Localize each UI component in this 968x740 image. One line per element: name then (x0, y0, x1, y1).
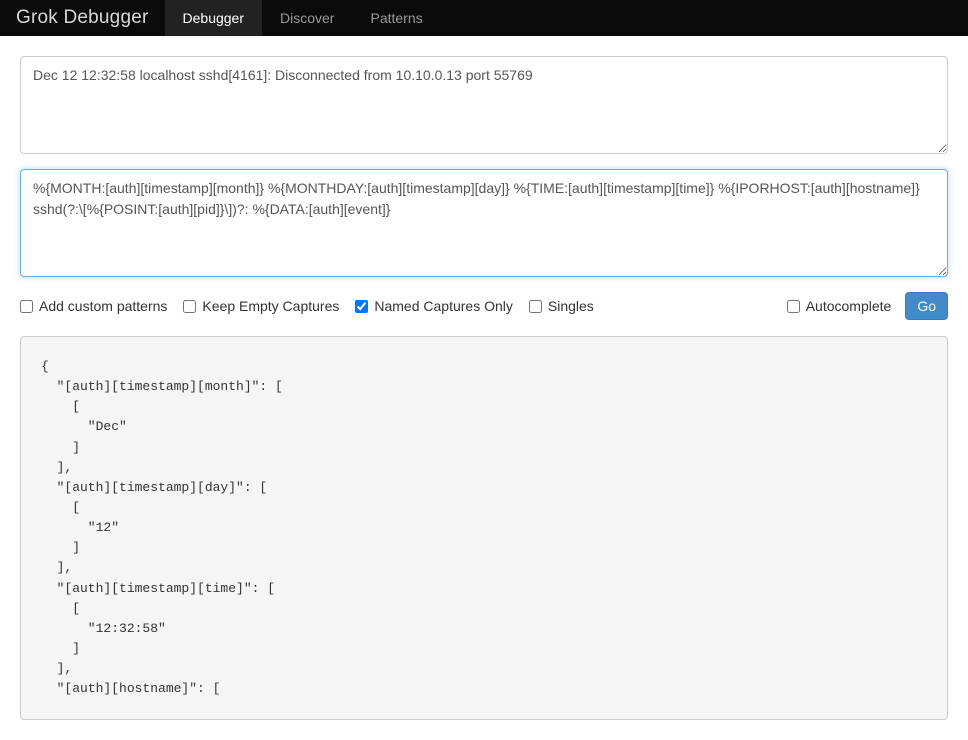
keep-empty-captures-checkbox[interactable] (183, 300, 196, 313)
app-title: Grok Debugger (0, 7, 165, 29)
output-result: { "[auth][timestamp][month]": [ [ "Dec" … (31, 347, 937, 709)
go-button[interactable]: Go (905, 292, 948, 320)
tab-patterns[interactable]: Patterns (352, 0, 440, 36)
main-container: Add custom patterns Keep Empty Captures … (0, 36, 968, 740)
named-captures-only-label: Named Captures Only (374, 298, 513, 314)
keep-empty-captures-label: Keep Empty Captures (202, 298, 339, 314)
add-custom-patterns-checkbox[interactable] (20, 300, 33, 313)
autocomplete-option[interactable]: Autocomplete (787, 298, 892, 314)
singles-label: Singles (548, 298, 594, 314)
keep-empty-captures-option[interactable]: Keep Empty Captures (183, 298, 339, 314)
autocomplete-checkbox[interactable] (787, 300, 800, 313)
named-captures-only-option[interactable]: Named Captures Only (355, 298, 513, 314)
input-row (20, 56, 948, 157)
pattern-row (20, 169, 948, 280)
tab-debugger[interactable]: Debugger (165, 0, 263, 36)
navbar-tabs: Debugger Discover Patterns (165, 0, 441, 36)
output-panel: { "[auth][timestamp][month]": [ [ "Dec" … (20, 336, 948, 720)
tab-discover[interactable]: Discover (262, 0, 352, 36)
singles-checkbox[interactable] (529, 300, 542, 313)
options-row: Add custom patterns Keep Empty Captures … (20, 292, 948, 320)
options-left: Add custom patterns Keep Empty Captures … (20, 298, 594, 314)
options-right: Autocomplete Go (787, 292, 948, 320)
pattern-input[interactable] (20, 169, 948, 277)
log-input[interactable] (20, 56, 948, 154)
add-custom-patterns-label: Add custom patterns (39, 298, 167, 314)
navbar: Grok Debugger Debugger Discover Patterns (0, 0, 968, 36)
add-custom-patterns-option[interactable]: Add custom patterns (20, 298, 167, 314)
named-captures-only-checkbox[interactable] (355, 300, 368, 313)
singles-option[interactable]: Singles (529, 298, 594, 314)
autocomplete-label: Autocomplete (806, 298, 892, 314)
